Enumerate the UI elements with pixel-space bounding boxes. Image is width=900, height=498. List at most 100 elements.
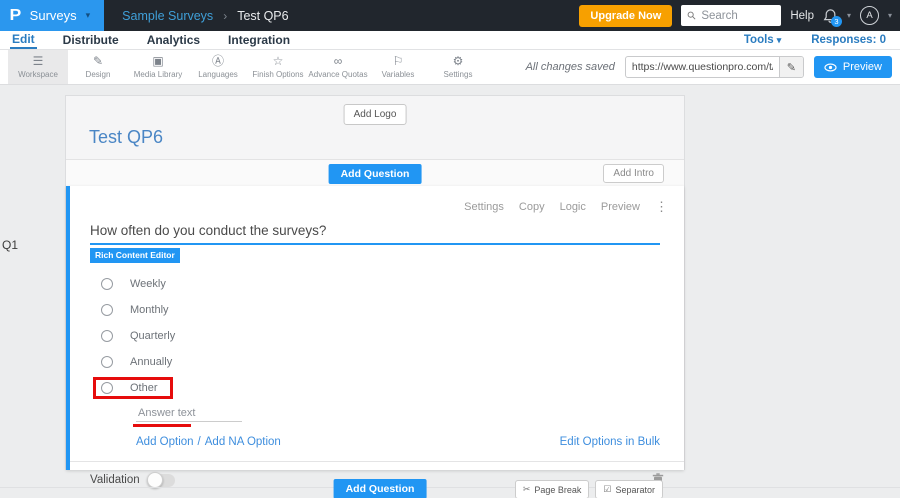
- preview-label: Preview: [842, 61, 882, 73]
- link-separator: /: [197, 436, 201, 448]
- add-question-button-top[interactable]: Add Question: [328, 164, 422, 184]
- toolbar-item-label: Media Library: [133, 69, 183, 79]
- separator-button[interactable]: ☑ Separator: [595, 480, 663, 498]
- search-input[interactable]: [701, 9, 776, 22]
- questionpro-logo-icon: P: [9, 6, 22, 24]
- tab-distribute[interactable]: Distribute: [61, 31, 121, 49]
- toolbar-item-label: Finish Options: [252, 69, 304, 79]
- other-answer-input[interactable]: [136, 406, 242, 422]
- workspace-icon: ☰: [32, 54, 44, 69]
- tab-label: Distribute: [62, 33, 119, 47]
- toolbar-item-label: Variables: [381, 69, 415, 79]
- notifications-button[interactable]: 3: [823, 8, 842, 27]
- surveys-menu[interactable]: P Surveys ▾: [0, 0, 105, 31]
- toolbar-item-label: Settings: [443, 69, 473, 79]
- annotation-rectangle: Other: [93, 377, 173, 399]
- add-option-link[interactable]: Add Option: [136, 436, 194, 448]
- help-link[interactable]: Help: [790, 10, 814, 22]
- variables-icon: ⚐: [392, 54, 404, 69]
- save-status: All changes saved: [525, 61, 615, 73]
- toolbar-item-media-library[interactable]: ▣ Media Library: [128, 50, 188, 84]
- nav-right-cluster: Tools ▾ Responses: 0: [744, 31, 890, 49]
- tab-label: Analytics: [146, 33, 201, 47]
- survey-url-input[interactable]: [625, 61, 779, 73]
- scissors-icon: ✂: [522, 484, 531, 494]
- option-label[interactable]: Quarterly: [130, 330, 175, 342]
- toolbar-item-languages[interactable]: Ⓐ Languages: [188, 50, 248, 84]
- search-icon: [687, 11, 696, 20]
- preview-button[interactable]: Preview: [813, 56, 892, 78]
- option-label[interactable]: Weekly: [130, 278, 166, 290]
- breadcrumb-current: Test QP6: [237, 8, 289, 23]
- page-break-button[interactable]: ✂ Page Break: [514, 480, 590, 498]
- toolbar-item-variables[interactable]: ⚐ Variables: [368, 50, 428, 84]
- avatar[interactable]: A: [859, 6, 879, 25]
- add-question-button-bottom[interactable]: Add Question: [333, 479, 427, 498]
- toolbar-item-label: Languages: [198, 69, 238, 79]
- answer-options-list: Weekly Monthly Quarterly Annually Other: [93, 271, 660, 401]
- survey-header: Add Logo Test QP6: [66, 96, 684, 160]
- toolbar-item-design[interactable]: ✎ Design: [68, 50, 128, 84]
- answer-option-row: Weekly: [101, 271, 660, 297]
- toolbar-item-workspace[interactable]: ☰ Workspace: [8, 50, 68, 84]
- toolbar-item-advance-quotas[interactable]: ∞ Advance Quotas: [308, 50, 368, 84]
- tab-edit[interactable]: Edit: [10, 31, 37, 49]
- option-label[interactable]: Monthly: [130, 304, 169, 316]
- top-bar: P Surveys ▾ Sample Surveys › Test QP6 Up…: [0, 0, 900, 31]
- question-logic-link[interactable]: Logic: [560, 201, 586, 213]
- chevron-down-icon: ▾: [846, 11, 851, 20]
- eye-icon: [824, 63, 837, 71]
- chevron-down-icon: ▾: [776, 35, 782, 45]
- chevron-down-icon: ▾: [887, 11, 892, 20]
- answer-option-row: Quarterly: [101, 323, 660, 349]
- tools-label: Tools: [743, 34, 774, 46]
- radio-button[interactable]: [101, 330, 113, 342]
- edit-url-button[interactable]: ✎: [778, 57, 803, 77]
- surveys-menu-label: Surveys: [29, 8, 77, 23]
- add-na-option-link[interactable]: Add NA Option: [205, 436, 281, 448]
- question-number-label: Q1: [2, 238, 19, 252]
- radio-button[interactable]: [101, 356, 113, 368]
- question-settings-link[interactable]: Settings: [464, 201, 504, 213]
- pencil-icon: ✎: [786, 61, 796, 74]
- kebab-menu-icon[interactable]: ⋮: [655, 199, 668, 215]
- question-copy-link[interactable]: Copy: [519, 201, 545, 213]
- tab-analytics[interactable]: Analytics: [145, 31, 202, 49]
- add-logo-button[interactable]: Add Logo: [343, 104, 407, 125]
- toolbar-item-label: Workspace: [18, 69, 58, 79]
- design-icon: ✎: [92, 54, 104, 69]
- add-intro-button[interactable]: Add Intro: [603, 164, 664, 183]
- topbar-right-cluster: Upgrade Now Help 3 ▾ A ▾: [579, 4, 900, 27]
- tab-label: Edit: [12, 32, 35, 46]
- separator-label: Separator: [615, 484, 655, 495]
- rich-content-editor-tag: Rich Content Editor: [90, 248, 180, 263]
- survey-editor-canvas: Q1 Add Logo Test QP6 Add Question Add In…: [0, 95, 900, 498]
- responses-count-link[interactable]: Responses: 0: [811, 34, 886, 46]
- option-label[interactable]: Annually: [130, 356, 172, 368]
- question-preview-link[interactable]: Preview: [601, 201, 640, 213]
- finish-options-icon: ☆: [272, 54, 284, 69]
- footer-mini-buttons: ✂ Page Break ☑ Separator: [514, 480, 663, 498]
- upgrade-now-button[interactable]: Upgrade Now: [579, 4, 673, 27]
- add-question-row: Add Question Add Intro: [66, 160, 684, 186]
- breadcrumb: Sample Surveys › Test QP6: [122, 9, 288, 23]
- survey-title[interactable]: Test QP6: [89, 127, 163, 148]
- toolbar-item-label: Design: [85, 69, 111, 79]
- breadcrumb-parent-link[interactable]: Sample Surveys: [122, 9, 213, 23]
- question-text-editor[interactable]: How often do you conduct the surveys?: [90, 223, 660, 245]
- search-box[interactable]: [681, 5, 782, 26]
- section-nav: Edit Distribute Analytics Integration To…: [0, 31, 900, 50]
- radio-button[interactable]: [101, 382, 113, 394]
- toolbar-item-finish-options[interactable]: ☆ Finish Options: [248, 50, 308, 84]
- settings-gear-icon: ⚙: [452, 54, 464, 69]
- question-body: How often do you conduct the surveys? Ri…: [70, 186, 684, 448]
- tools-menu[interactable]: Tools ▾: [744, 34, 781, 46]
- tab-integration[interactable]: Integration: [226, 31, 292, 49]
- option-label[interactable]: Other: [130, 382, 158, 394]
- radio-button[interactable]: [101, 278, 113, 290]
- advance-quotas-icon: ∞: [333, 54, 343, 69]
- edit-options-in-bulk-link[interactable]: Edit Options in Bulk: [560, 436, 660, 448]
- toolbar-item-settings[interactable]: ⚙ Settings: [428, 50, 488, 84]
- answer-option-row: Monthly: [101, 297, 660, 323]
- radio-button[interactable]: [101, 304, 113, 316]
